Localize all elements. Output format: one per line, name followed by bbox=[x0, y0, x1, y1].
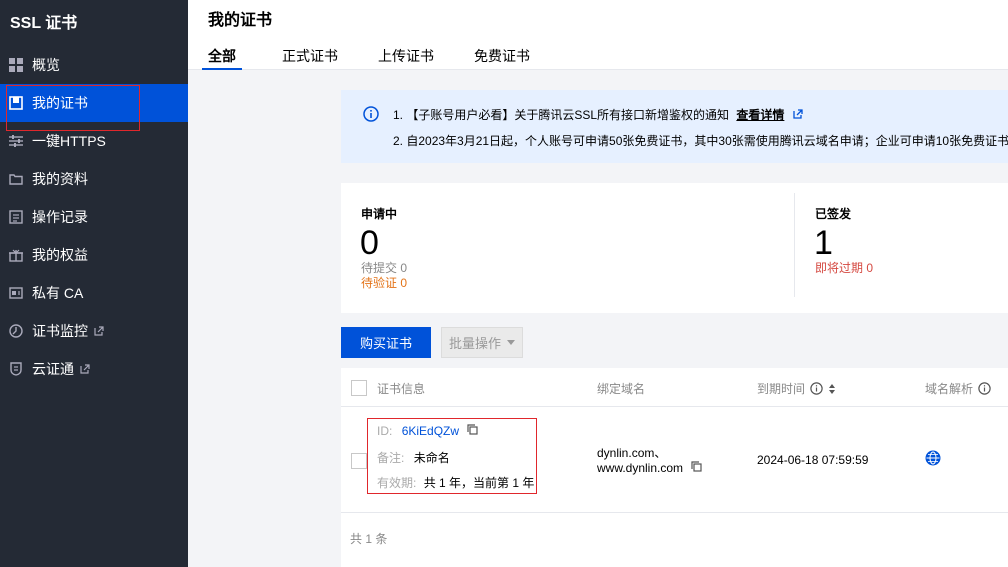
sidebar-item-one-click-https[interactable]: 一键HTTPS bbox=[0, 122, 188, 160]
view-details-link[interactable]: 查看详情 bbox=[736, 108, 784, 122]
table-row: ID: 6KiEdQZw 备注: 未命名 有效期: 共 1 年，当前第 1 年 … bbox=[341, 408, 1008, 513]
sort-icon[interactable] bbox=[828, 383, 836, 395]
issued-count[interactable]: 1 bbox=[814, 226, 833, 260]
domain-line-1: dynlin.com、 bbox=[597, 446, 667, 460]
grid-icon bbox=[8, 57, 24, 73]
cert-id-line: ID: 6KiEdQZw bbox=[377, 424, 478, 438]
stats-panel: 申请中 0 待提交 0 待验证 0 已签发 1 即将过期 0 bbox=[341, 183, 1008, 313]
cert-note-line: 备注: 未命名 bbox=[377, 449, 450, 466]
column-dns-label: 域名解析 bbox=[925, 382, 974, 396]
cert-validity-value: 共 1 年，当前第 1 年 bbox=[423, 476, 535, 490]
copy-icon[interactable] bbox=[467, 424, 478, 435]
sidebar-item-label: 证书监控 bbox=[32, 323, 88, 339]
external-link-icon[interactable] bbox=[793, 109, 803, 119]
column-dns: 域名解析 bbox=[925, 380, 991, 397]
sidebar: SSL 证书 概览 我的证书 一键HTTPS 我的资料 操作记录 我的权益 私有… bbox=[0, 0, 188, 567]
sidebar-item-label: 概览 bbox=[32, 57, 60, 73]
gift-icon bbox=[8, 247, 24, 263]
page-header: 我的证书 全部 正式证书 上传证书 免费证书 bbox=[188, 0, 1008, 70]
notice-line-2: 2. 自2023年3月21日起，个人账号可申请50张免费证书，其中30张需使用腾… bbox=[393, 134, 1008, 148]
cert-note-label: 备注: bbox=[377, 451, 405, 465]
sidebar-item-overview[interactable]: 概览 bbox=[0, 46, 188, 84]
column-expiry[interactable]: 到期时间 bbox=[757, 380, 836, 397]
select-all-checkbox[interactable] bbox=[351, 380, 367, 396]
batch-operation-button[interactable]: 批量操作 bbox=[441, 327, 523, 358]
table-header: 证书信息 绑定域名 到期时间 域名解析 bbox=[341, 368, 1008, 407]
applying-count[interactable]: 0 bbox=[360, 226, 379, 260]
certificate-table: 证书信息 绑定域名 到期时间 域名解析 ID: 6KiEdQZw 备注: 未命名… bbox=[341, 368, 1008, 567]
shield-icon bbox=[8, 361, 24, 377]
help-icon[interactable] bbox=[978, 382, 991, 395]
ca-icon bbox=[8, 285, 24, 301]
tab-all[interactable]: 全部 bbox=[202, 46, 242, 70]
cert-validity-label: 有效期: bbox=[377, 476, 417, 490]
applying-label: 申请中 bbox=[361, 207, 398, 221]
domain-text: www.dynlin.com bbox=[597, 461, 684, 475]
sidebar-item-my-certificates[interactable]: 我的证书 bbox=[0, 84, 188, 122]
total-count: 共 1 条 bbox=[350, 532, 388, 546]
copy-icon[interactable] bbox=[691, 461, 702, 472]
certificate-icon bbox=[8, 95, 24, 111]
column-cert-info: 证书信息 bbox=[377, 382, 426, 396]
app-title: SSL 证书 bbox=[10, 15, 78, 32]
sidebar-item-label: 私有 CA bbox=[32, 285, 84, 301]
sidebar-item-label: 操作记录 bbox=[32, 209, 88, 225]
monitor-icon bbox=[8, 323, 24, 339]
help-icon[interactable] bbox=[810, 382, 823, 395]
sidebar-item-private-ca[interactable]: 私有 CA bbox=[0, 274, 188, 312]
sidebar-item-label: 我的权益 bbox=[32, 247, 88, 263]
batch-operation-label: 批量操作 bbox=[448, 336, 501, 351]
globe-icon[interactable] bbox=[925, 450, 941, 469]
sidebar-nav: 概览 我的证书 一键HTTPS 我的资料 操作记录 我的权益 私有 CA 证书监… bbox=[0, 46, 188, 388]
pending-verify-count[interactable]: 待验证 0 bbox=[361, 274, 407, 291]
tab-uploaded-certs[interactable]: 上传证书 bbox=[378, 46, 434, 70]
cert-note-value: 未命名 bbox=[413, 451, 450, 465]
row-checkbox[interactable] bbox=[351, 453, 367, 469]
notice-line-1: 1. 【子账号用户必看】关于腾讯云SSL所有接口新增鉴权的通知 查看详情 bbox=[393, 106, 803, 123]
info-icon bbox=[363, 106, 379, 125]
sidebar-item-label: 我的资料 bbox=[32, 171, 88, 187]
stats-divider bbox=[794, 193, 795, 297]
notice-banner: 1. 【子账号用户必看】关于腾讯云SSL所有接口新增鉴权的通知 查看详情 2. … bbox=[341, 90, 1008, 163]
caret-down-icon bbox=[507, 340, 515, 345]
column-expiry-label: 到期时间 bbox=[757, 382, 806, 396]
folder-icon bbox=[8, 171, 24, 187]
sidebar-item-operation-log[interactable]: 操作记录 bbox=[0, 198, 188, 236]
cert-id-label: ID: bbox=[377, 424, 393, 438]
domain-line-2: www.dynlin.com bbox=[597, 461, 702, 475]
sidebar-item-label: 一键HTTPS bbox=[32, 133, 106, 149]
sidebar-item-my-benefits[interactable]: 我的权益 bbox=[0, 236, 188, 274]
tab-official-certs[interactable]: 正式证书 bbox=[282, 46, 338, 70]
external-link-icon bbox=[80, 364, 90, 374]
cert-id-link[interactable]: 6KiEdQZw bbox=[402, 424, 459, 438]
sidebar-item-cert-monitor[interactable]: 证书监控 bbox=[0, 312, 188, 350]
sliders-icon bbox=[8, 133, 24, 149]
tab-bar: 全部 正式证书 上传证书 免费证书 bbox=[202, 46, 570, 70]
sidebar-item-label: 我的证书 bbox=[32, 95, 88, 111]
expiring-count[interactable]: 即将过期 0 bbox=[815, 259, 873, 276]
issued-label: 已签发 bbox=[815, 207, 852, 221]
tab-free-certs[interactable]: 免费证书 bbox=[474, 46, 530, 70]
buy-certificate-button[interactable]: 购买证书 bbox=[341, 327, 431, 358]
page-title: 我的证书 bbox=[208, 12, 273, 29]
sidebar-item-label: 云证通 bbox=[32, 361, 74, 377]
sidebar-item-my-profile[interactable]: 我的资料 bbox=[0, 160, 188, 198]
buy-certificate-label: 购买证书 bbox=[359, 336, 412, 351]
log-icon bbox=[8, 209, 24, 225]
column-domain: 绑定域名 bbox=[597, 382, 646, 396]
cert-validity-line: 有效期: 共 1 年，当前第 1 年 bbox=[377, 474, 534, 491]
external-link-icon bbox=[94, 326, 104, 336]
notice-text-1: 1. 【子账号用户必看】关于腾讯云SSL所有接口新增鉴权的通知 bbox=[393, 108, 730, 122]
sidebar-item-cloud-cert[interactable]: 云证通 bbox=[0, 350, 188, 388]
expiry-time: 2024-06-18 07:59:59 bbox=[757, 453, 869, 467]
